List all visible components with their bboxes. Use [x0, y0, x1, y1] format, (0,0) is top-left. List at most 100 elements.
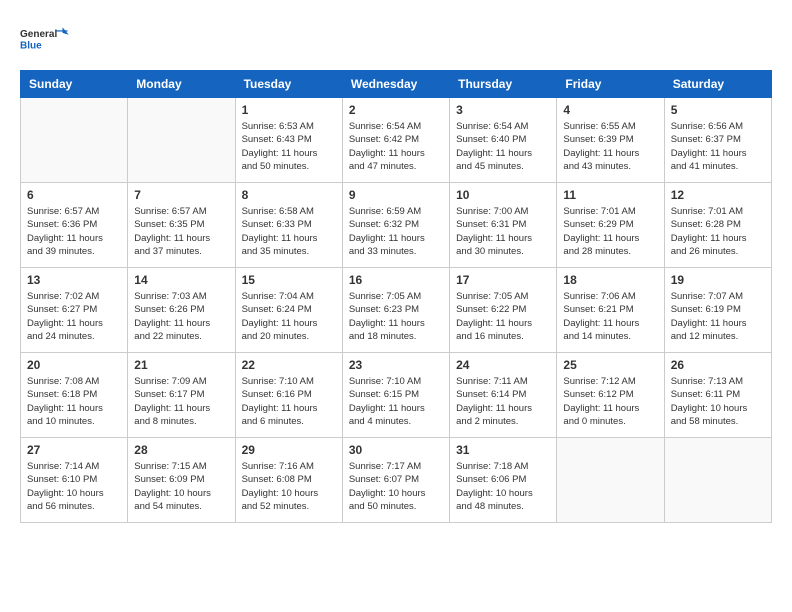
day-info: Sunrise: 6:57 AMSunset: 6:36 PMDaylight:…: [27, 205, 121, 258]
day-number: 15: [242, 273, 336, 287]
calendar-cell: 17Sunrise: 7:05 AMSunset: 6:22 PMDayligh…: [450, 268, 557, 353]
day-number: 20: [27, 358, 121, 372]
calendar-cell: 12 Sunrise: 7:01 AMSunset: 6:28 PMDayligh…: [664, 183, 771, 268]
calendar-cell: 26 Sunrise: 7:13 AMSunset: 6:11 PMDayligh…: [664, 353, 771, 438]
calendar-cell: 31 Sunrise: 7:18 AMSunset: 6:06 PMDayligh…: [450, 438, 557, 523]
day-number: 25: [563, 358, 657, 372]
day-info: Sunrise: 6:59 AMSunset: 6:32 PMDaylight:…: [349, 205, 443, 258]
weekday-header-monday: Monday: [128, 71, 235, 98]
svg-text:Blue: Blue: [20, 40, 42, 51]
day-number: 13: [27, 273, 121, 287]
day-number: 9: [349, 188, 443, 202]
day-number: 10: [456, 188, 550, 202]
day-number: 23: [349, 358, 443, 372]
day-number: 12: [671, 188, 765, 202]
calendar-cell: 8 Sunrise: 6:58 AMSunset: 6:33 PMDaylight…: [235, 183, 342, 268]
calendar-cell: 7 Sunrise: 6:57 AMSunset: 6:35 PMDaylight…: [128, 183, 235, 268]
day-info: Sunrise: 7:16 AMSunset: 6:08 PMDaylight:…: [242, 460, 336, 513]
calendar-cell: 28 Sunrise: 7:15 AMSunset: 6:09 PMDayligh…: [128, 438, 235, 523]
day-info: Sunrise: 6:54 AMSunset: 6:40 PMDaylight:…: [456, 120, 550, 173]
day-info: Sunrise: 6:57 AMSunset: 6:35 PMDaylight:…: [134, 205, 228, 258]
day-info: Sunrise: 7:15 AMSunset: 6:09 PMDaylight:…: [134, 460, 228, 513]
day-number: 24: [456, 358, 550, 372]
calendar-cell: 13 Sunrise: 7:02 AMSunset: 6:27 PMDayligh…: [21, 268, 128, 353]
calendar-table: SundayMondayTuesdayWednesdayThursdayFrid…: [20, 70, 772, 523]
day-info: Sunrise: 7:18 AMSunset: 6:06 PMDaylight:…: [456, 460, 550, 513]
day-number: 18: [563, 273, 657, 287]
day-info: Sunrise: 7:09 AMSunset: 6:17 PMDaylight:…: [134, 375, 228, 428]
day-number: 17: [456, 273, 550, 287]
weekday-header-saturday: Saturday: [664, 71, 771, 98]
day-info: Sunrise: 7:03 AMSunset: 6:26 PMDaylight:…: [134, 290, 228, 343]
calendar-cell: 27Sunrise: 7:14 AMSunset: 6:10 PMDayligh…: [21, 438, 128, 523]
day-number: 6: [27, 188, 121, 202]
day-number: 31: [456, 443, 550, 457]
calendar-cell: 22Sunrise: 7:10 AMSunset: 6:16 PMDayligh…: [235, 353, 342, 438]
day-number: 22: [242, 358, 336, 372]
calendar-cell: 23 Sunrise: 7:10 AMSunset: 6:15 PMDayligh…: [342, 353, 449, 438]
day-info: Sunrise: 7:01 AMSunset: 6:29 PMDaylight:…: [563, 205, 657, 258]
day-number: 26: [671, 358, 765, 372]
calendar-cell: 20 Sunrise: 7:08 AMSunset: 6:18 PMDayligh…: [21, 353, 128, 438]
day-info: Sunrise: 7:02 AMSunset: 6:27 PMDaylight:…: [27, 290, 121, 343]
calendar-cell: 4 Sunrise: 6:55 AMSunset: 6:39 PMDaylight…: [557, 98, 664, 183]
day-number: 14: [134, 273, 228, 287]
day-number: 19: [671, 273, 765, 287]
day-number: 21: [134, 358, 228, 372]
day-info: Sunrise: 7:10 AMSunset: 6:15 PMDaylight:…: [349, 375, 443, 428]
day-number: 11: [563, 188, 657, 202]
calendar-cell: 16Sunrise: 7:05 AMSunset: 6:23 PMDayligh…: [342, 268, 449, 353]
day-info: Sunrise: 7:00 AMSunset: 6:31 PMDaylight:…: [456, 205, 550, 258]
calendar-cell: 14 Sunrise: 7:03 AMSunset: 6:26 PMDayligh…: [128, 268, 235, 353]
calendar-cell: 5 Sunrise: 6:56 AMSunset: 6:37 PMDaylight…: [664, 98, 771, 183]
logo: General Blue: [20, 20, 70, 60]
day-info: Sunrise: 6:58 AMSunset: 6:33 PMDaylight:…: [242, 205, 336, 258]
day-info: Sunrise: 6:53 AMSunset: 6:43 PMDaylight:…: [242, 120, 336, 173]
calendar-cell: [664, 438, 771, 523]
day-info: Sunrise: 7:01 AMSunset: 6:28 PMDaylight:…: [671, 205, 765, 258]
weekday-header-row: SundayMondayTuesdayWednesdayThursdayFrid…: [21, 71, 772, 98]
calendar-cell: [128, 98, 235, 183]
calendar-week-row-1: 1 Sunrise: 6:53 AMSunset: 6:43 PMDaylight…: [21, 98, 772, 183]
calendar-cell: 19 Sunrise: 7:07 AMSunset: 6:19 PMDayligh…: [664, 268, 771, 353]
day-number: 1: [242, 103, 336, 117]
calendar-week-row-3: 13 Sunrise: 7:02 AMSunset: 6:27 PMDayligh…: [21, 268, 772, 353]
weekday-header-tuesday: Tuesday: [235, 71, 342, 98]
day-info: Sunrise: 7:17 AMSunset: 6:07 PMDaylight:…: [349, 460, 443, 513]
calendar-cell: 1 Sunrise: 6:53 AMSunset: 6:43 PMDaylight…: [235, 98, 342, 183]
day-number: 7: [134, 188, 228, 202]
page-header: General Blue: [20, 20, 772, 60]
day-number: 5: [671, 103, 765, 117]
day-number: 28: [134, 443, 228, 457]
day-info: Sunrise: 7:13 AMSunset: 6:11 PMDaylight:…: [671, 375, 765, 428]
calendar-week-row-2: 6 Sunrise: 6:57 AMSunset: 6:36 PMDaylight…: [21, 183, 772, 268]
day-info: Sunrise: 7:12 AMSunset: 6:12 PMDaylight:…: [563, 375, 657, 428]
calendar-cell: 3 Sunrise: 6:54 AMSunset: 6:40 PMDaylight…: [450, 98, 557, 183]
logo-svg: General Blue: [20, 20, 70, 60]
svg-text:General: General: [20, 29, 57, 40]
calendar-cell: 11 Sunrise: 7:01 AMSunset: 6:29 PMDayligh…: [557, 183, 664, 268]
day-number: 3: [456, 103, 550, 117]
calendar-cell: 9 Sunrise: 6:59 AMSunset: 6:32 PMDaylight…: [342, 183, 449, 268]
calendar-cell: 10 Sunrise: 7:00 AMSunset: 6:31 PMDayligh…: [450, 183, 557, 268]
day-number: 30: [349, 443, 443, 457]
day-info: Sunrise: 6:56 AMSunset: 6:37 PMDaylight:…: [671, 120, 765, 173]
day-number: 8: [242, 188, 336, 202]
day-info: Sunrise: 7:07 AMSunset: 6:19 PMDaylight:…: [671, 290, 765, 343]
day-info: Sunrise: 6:55 AMSunset: 6:39 PMDaylight:…: [563, 120, 657, 173]
day-info: Sunrise: 7:04 AMSunset: 6:24 PMDaylight:…: [242, 290, 336, 343]
day-info: Sunrise: 6:54 AMSunset: 6:42 PMDaylight:…: [349, 120, 443, 173]
day-number: 4: [563, 103, 657, 117]
calendar-cell: 15 Sunrise: 7:04 AMSunset: 6:24 PMDayligh…: [235, 268, 342, 353]
calendar-cell: [557, 438, 664, 523]
calendar-cell: 2Sunrise: 6:54 AMSunset: 6:42 PMDaylight…: [342, 98, 449, 183]
calendar-cell: 21 Sunrise: 7:09 AMSunset: 6:17 PMDayligh…: [128, 353, 235, 438]
day-info: Sunrise: 7:11 AMSunset: 6:14 PMDaylight:…: [456, 375, 550, 428]
calendar-cell: 6 Sunrise: 6:57 AMSunset: 6:36 PMDaylight…: [21, 183, 128, 268]
day-info: Sunrise: 7:06 AMSunset: 6:21 PMDaylight:…: [563, 290, 657, 343]
day-number: 16: [349, 273, 443, 287]
day-number: 29: [242, 443, 336, 457]
calendar-cell: [21, 98, 128, 183]
day-info: Sunrise: 7:08 AMSunset: 6:18 PMDaylight:…: [27, 375, 121, 428]
weekday-header-wednesday: Wednesday: [342, 71, 449, 98]
